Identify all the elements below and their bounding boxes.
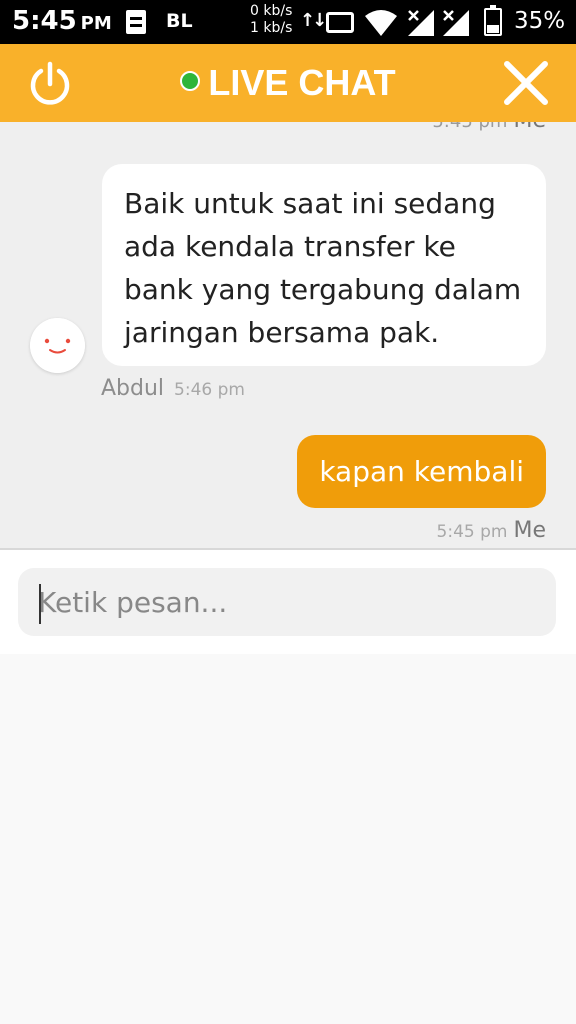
live-chat-screen: 5:45 PM BL 0 kb/s 1 kb/s ↑↓ 35% LIVE CHAT [0, 0, 576, 1024]
message-compose-area [0, 548, 576, 654]
battery-percent: 35% [514, 8, 566, 34]
header-title-group: LIVE CHAT [0, 62, 576, 104]
previous-message-meta: 5:45 pm Me [432, 122, 546, 133]
page-title: LIVE CHAT [208, 62, 396, 103]
network-speed: 0 kb/s 1 kb/s [250, 3, 292, 37]
speed-up: 0 kb/s [250, 3, 293, 19]
smiley-icon [30, 318, 85, 373]
agent-message-bubble: Baik untuk saat ini sedang ada kendala t… [102, 164, 546, 366]
chat-messages[interactable]: 5:45 pmMe Baik untuk saat ini sedang ada… [0, 122, 576, 548]
cast-icon [326, 12, 354, 33]
user-message-meta: 5:45 pm Me [437, 518, 546, 543]
user-message-bubble: kapan kembali [297, 435, 546, 508]
wifi-icon [365, 10, 397, 36]
close-icon[interactable] [501, 58, 551, 108]
battery-icon [484, 5, 502, 36]
message-input[interactable] [18, 568, 556, 636]
signal-icon [443, 10, 469, 36]
previous-message-sender: Me [513, 122, 546, 133]
online-status-dot [180, 71, 201, 92]
empty-area [0, 654, 576, 1024]
text-caret [39, 584, 41, 624]
status-bar: 5:45 PM BL 0 kb/s 1 kb/s ↑↓ 35% [0, 0, 576, 44]
agent-name: Abdul [101, 376, 165, 401]
signal-icon [408, 10, 434, 36]
agent-message-meta: Abdul 5:46 pm [101, 376, 245, 401]
carrier-label: BL [166, 10, 193, 32]
notification-icon [126, 10, 146, 34]
user-name: Me [513, 518, 546, 543]
user-message-time: 5:45 pm [436, 522, 508, 542]
speed-down: 1 kb/s [250, 20, 293, 36]
chat-header: LIVE CHAT [0, 44, 576, 122]
previous-message-time: 5:45 pm [432, 122, 507, 132]
status-ampm: PM [80, 13, 112, 34]
status-time: 5:45 PM [12, 6, 112, 36]
data-arrows-icon: ↑↓ [300, 10, 327, 31]
agent-message-time: 5:46 pm [174, 380, 245, 400]
